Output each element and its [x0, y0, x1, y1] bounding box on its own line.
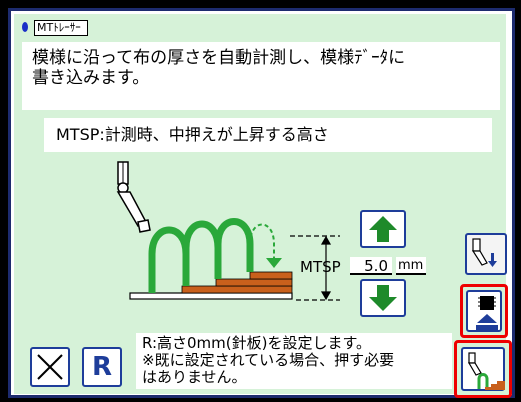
next-stitch-arc: [249, 223, 275, 260]
write-data-icon: [471, 238, 497, 267]
up-arrow-icon: [369, 216, 397, 242]
next-stitch-arrow: [266, 258, 282, 268]
trace-start-icon: [467, 352, 505, 390]
description-body: 模様に沿って布の厚さを自動計測し、模様ﾃﾞｰﾀに 書き込みます。: [32, 48, 406, 88]
close-icon: [37, 354, 63, 380]
decrease-mtsp-button[interactable]: [360, 279, 406, 317]
mtsp-value: 5.0: [350, 257, 392, 275]
fabric-layers: [181, 271, 293, 294]
increase-mtsp-button[interactable]: [360, 210, 406, 248]
set-origin-button[interactable]: [460, 284, 508, 338]
reset-height-button[interactable]: R: [82, 347, 122, 387]
down-arrow-icon: [369, 285, 397, 311]
description-text: 模様に沿って布の厚さを自動計測し、模様ﾃﾞｰﾀに 書き込みます。: [22, 42, 500, 110]
write-data-button[interactable]: [465, 233, 507, 275]
needle-plate: [129, 292, 293, 300]
title-bullet-icon: [22, 22, 28, 32]
title-label: MTﾄﾚｰｻｰ: [34, 20, 88, 36]
mtsp-label: MTSP: [300, 258, 341, 276]
mtsp-unit: mm: [396, 257, 426, 275]
set-origin-icon: [476, 296, 498, 331]
reset-description-body: R:高さ0mm(針板)を設定します。 ※既に設定されている場合、押す必要 はあり…: [142, 334, 395, 386]
presser-foot-icon: [116, 161, 151, 233]
presser-foot-illustration: [116, 161, 340, 301]
cancel-button[interactable]: [30, 347, 70, 387]
mtsp-description: MTSP:計測時、中押えが上昇する高さ: [44, 118, 492, 152]
reset-description: R:高さ0mm(針板)を設定します。 ※既に設定されている場合、押す必要 はあり…: [136, 333, 452, 389]
trace-start-button[interactable]: [454, 340, 512, 398]
